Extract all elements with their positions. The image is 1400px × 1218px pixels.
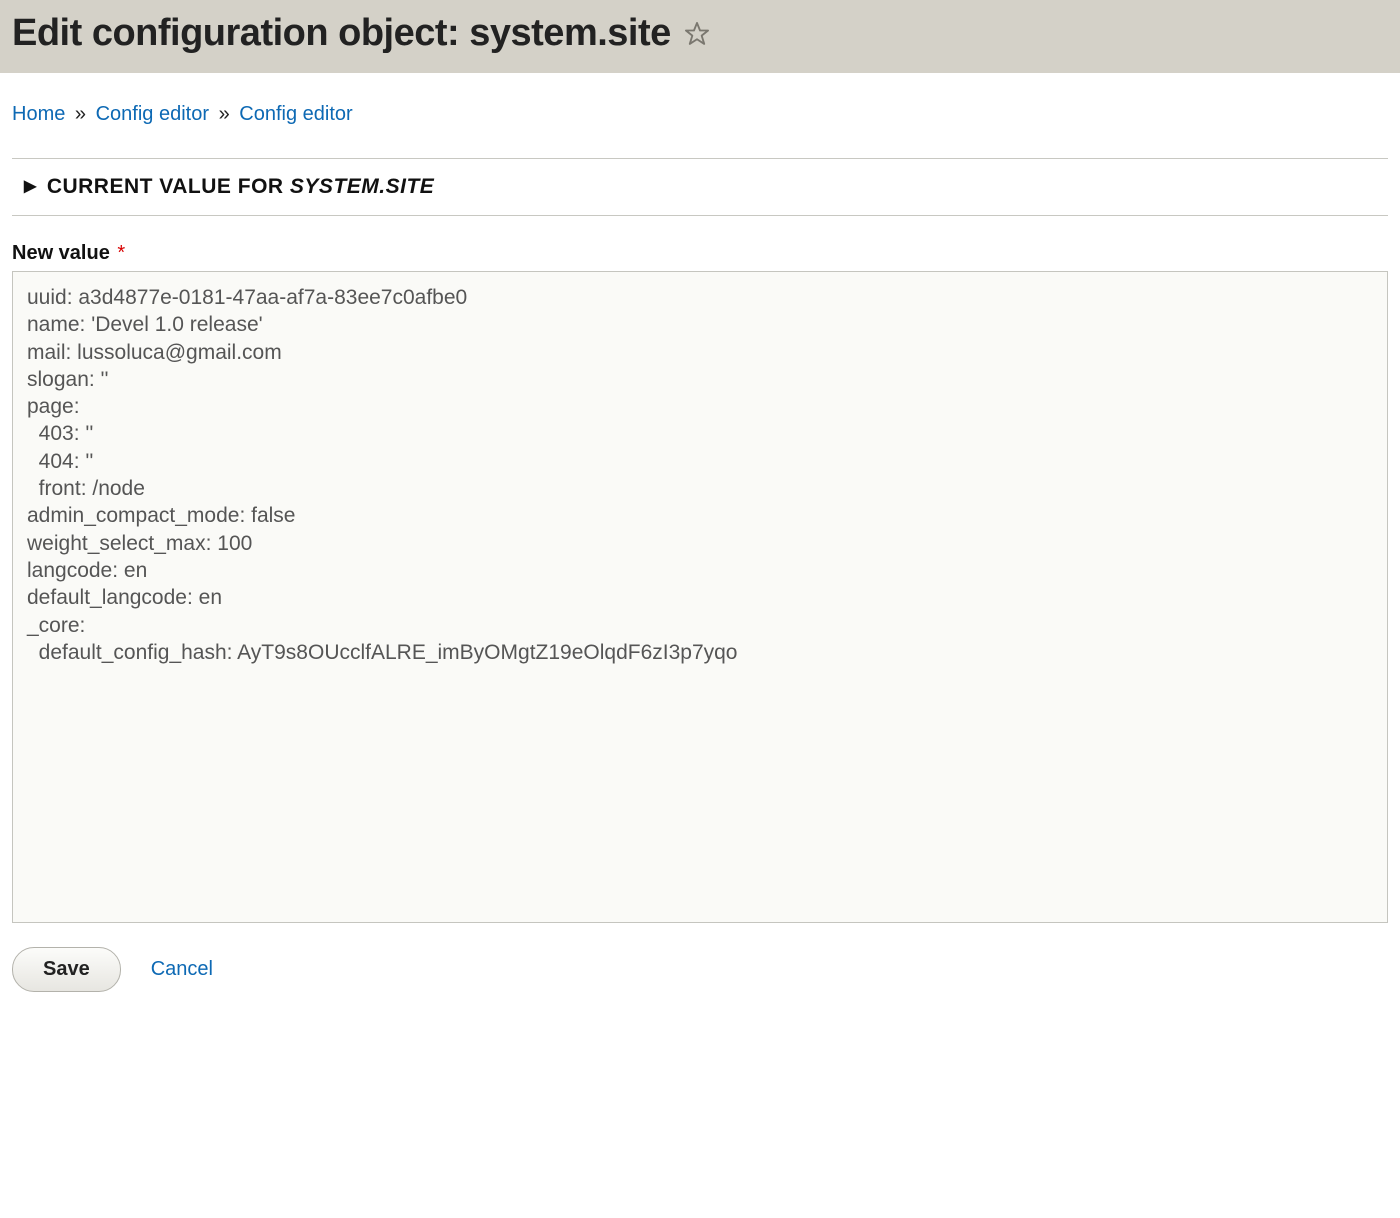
- content-region: Home » Config editor » Config editor ▶ C…: [0, 73, 1400, 1004]
- current-value-details[interactable]: ▶ CURRENT VALUE FOR SYSTEM.SITE: [12, 158, 1388, 216]
- required-marker: *: [117, 242, 125, 264]
- new-value-textarea-wrap: [12, 271, 1388, 923]
- page-title: Edit configuration object: system.site: [12, 12, 671, 55]
- breadcrumb-link-config-editor-2[interactable]: Config editor: [239, 103, 352, 125]
- title-bar: Edit configuration object: system.site: [0, 0, 1400, 73]
- breadcrumb: Home » Config editor » Config editor: [12, 103, 1388, 126]
- summary-prefix: CURRENT VALUE FOR: [47, 175, 290, 198]
- breadcrumb-separator: »: [75, 103, 86, 125]
- new-value-label: New value *: [12, 242, 1388, 265]
- new-value-field: New value *: [12, 242, 1388, 923]
- favorite-star-icon[interactable]: [683, 20, 711, 48]
- breadcrumb-link-home[interactable]: Home: [12, 103, 65, 125]
- new-value-textarea[interactable]: [13, 272, 1387, 922]
- form-actions: Save Cancel: [12, 947, 1388, 992]
- breadcrumb-separator: »: [219, 103, 230, 125]
- save-button[interactable]: Save: [12, 947, 121, 992]
- new-value-label-text: New value: [12, 242, 110, 264]
- current-value-summary[interactable]: ▶ CURRENT VALUE FOR SYSTEM.SITE: [24, 175, 1376, 199]
- breadcrumb-link-config-editor-1[interactable]: Config editor: [96, 103, 209, 125]
- summary-object-name: SYSTEM.SITE: [290, 175, 434, 198]
- cancel-link[interactable]: Cancel: [151, 958, 213, 981]
- disclosure-triangle-icon: ▶: [24, 179, 37, 195]
